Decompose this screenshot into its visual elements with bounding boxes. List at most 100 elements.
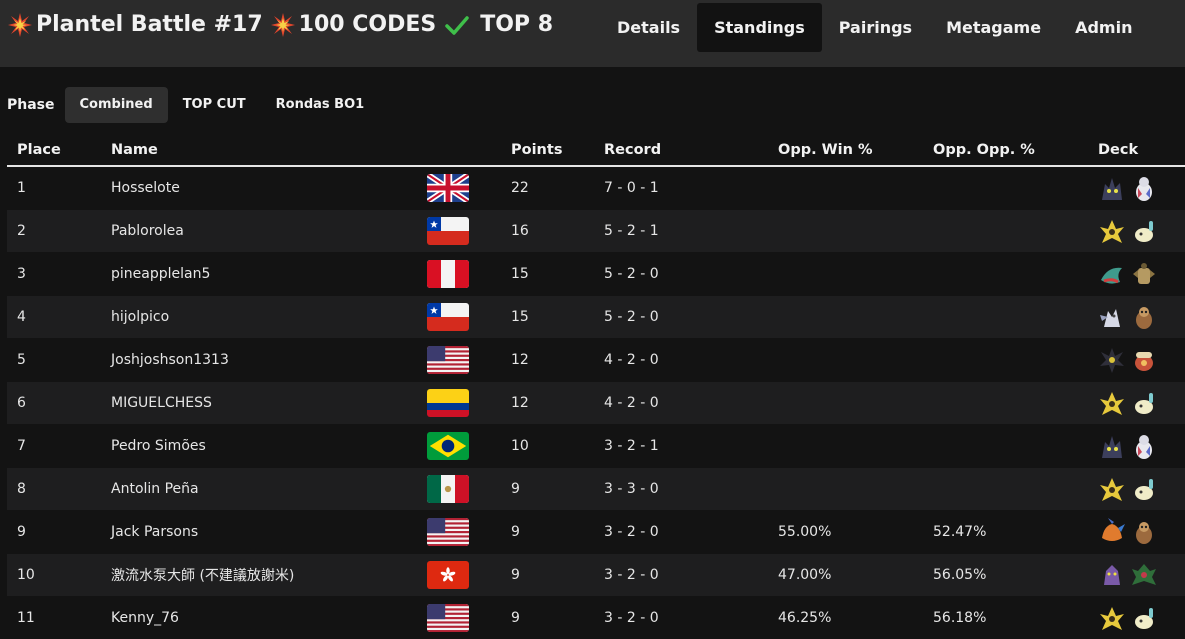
- points-cell: 9: [511, 468, 604, 511]
- standings-table: Place Name Points Record Opp. Win % Opp.…: [7, 134, 1185, 639]
- header-place[interactable]: Place: [7, 134, 111, 166]
- brown-pokemon-icon: [1130, 517, 1158, 547]
- record-cell: 5 - 2 - 0: [604, 296, 778, 339]
- player-name-cell[interactable]: pineapplelan5: [111, 253, 427, 296]
- opp-win-cell: [778, 210, 933, 253]
- place-cell: 3: [7, 253, 111, 296]
- points-cell: 10: [511, 425, 604, 468]
- player-name-cell[interactable]: Antolin Peña: [111, 468, 427, 511]
- header-opp-win[interactable]: Opp. Win %: [778, 134, 933, 166]
- nav-standings[interactable]: Standings: [697, 3, 822, 52]
- points-cell: 12: [511, 339, 604, 382]
- table-row[interactable]: 6MIGUELCHESS124 - 2 - 0: [7, 382, 1185, 425]
- white-pokemon-icon: [1130, 173, 1158, 203]
- flag-cell: [427, 339, 511, 382]
- table-row[interactable]: 3pineapplelan5155 - 2 - 0: [7, 253, 1185, 296]
- flag-cell: [427, 166, 511, 210]
- deck-icons[interactable]: [1098, 302, 1185, 332]
- flag-cell: [427, 597, 511, 639]
- player-name-cell[interactable]: Jack Parsons: [111, 511, 427, 554]
- opp-opp-cell: [933, 339, 1098, 382]
- deck-icons[interactable]: [1098, 259, 1185, 289]
- player-name-cell[interactable]: Joshjoshson1313: [111, 339, 427, 382]
- table-row[interactable]: 7Pedro Simões103 - 2 - 1: [7, 425, 1185, 468]
- opp-opp-cell: [933, 210, 1098, 253]
- opp-win-cell: [778, 468, 933, 511]
- dark-spiky-pokemon-icon: [1098, 345, 1126, 375]
- dragon-pokemon-icon: [1098, 259, 1126, 289]
- header-name[interactable]: Name: [111, 134, 427, 166]
- phase-combined-button[interactable]: Combined: [65, 87, 168, 123]
- flag-cell: [427, 554, 511, 597]
- player-name-cell[interactable]: 激流水泵大師 (不建議放謝米): [111, 554, 427, 597]
- deck-cell: [1098, 166, 1185, 210]
- record-cell: 3 - 2 - 0: [604, 597, 778, 639]
- phase-rondas-bo1-button[interactable]: Rondas BO1: [261, 87, 380, 123]
- flag-cell: [427, 382, 511, 425]
- deck-icons[interactable]: [1098, 560, 1185, 590]
- table-row[interactable]: 8Antolin Peña93 - 3 - 0: [7, 468, 1185, 511]
- header-flag: [427, 134, 511, 166]
- deck-cell: [1098, 554, 1185, 597]
- usa-flag-icon: [427, 346, 469, 374]
- table-row[interactable]: 9Jack Parsons93 - 2 - 055.00%52.47%: [7, 511, 1185, 554]
- points-cell: 9: [511, 597, 604, 639]
- table-row[interactable]: 4hijolpico155 - 2 - 0: [7, 296, 1185, 339]
- opp-opp-cell: [933, 296, 1098, 339]
- nav-details[interactable]: Details: [600, 3, 697, 52]
- deck-icons[interactable]: [1098, 345, 1185, 375]
- deck-cell: [1098, 210, 1185, 253]
- deck-icons[interactable]: [1098, 388, 1185, 418]
- cream-pokemon-icon: [1130, 388, 1158, 418]
- header-points[interactable]: Points: [511, 134, 604, 166]
- green-pokemon-icon: [1130, 560, 1158, 590]
- header-deck[interactable]: Deck: [1098, 134, 1185, 166]
- points-cell: 12: [511, 382, 604, 425]
- dark-pokemon-icon: [1098, 173, 1126, 203]
- player-name-cell[interactable]: Kenny_76: [111, 597, 427, 639]
- opp-win-cell: [778, 253, 933, 296]
- nav-admin[interactable]: Admin: [1058, 3, 1149, 52]
- yellow-pokemon-icon: [1098, 474, 1126, 504]
- opp-win-cell: [778, 339, 933, 382]
- player-name-cell[interactable]: hijolpico: [111, 296, 427, 339]
- opp-win-cell: [778, 382, 933, 425]
- deck-cell: [1098, 296, 1185, 339]
- dark-pokemon-icon: [1098, 431, 1126, 461]
- table-row[interactable]: 1Hosselote227 - 0 - 1: [7, 166, 1185, 210]
- deck-icons[interactable]: [1098, 216, 1185, 246]
- place-cell: 6: [7, 382, 111, 425]
- player-name-cell[interactable]: Pedro Simões: [111, 425, 427, 468]
- deck-icons[interactable]: [1098, 474, 1185, 504]
- nav-pairings[interactable]: Pairings: [822, 3, 929, 52]
- yellow-pokemon-icon: [1098, 388, 1126, 418]
- opp-win-cell: [778, 166, 933, 210]
- place-cell: 4: [7, 296, 111, 339]
- nav-metagame[interactable]: Metagame: [929, 3, 1058, 52]
- table-row[interactable]: 5Joshjoshson1313124 - 2 - 0: [7, 339, 1185, 382]
- deck-icons[interactable]: [1098, 517, 1185, 547]
- place-cell: 1: [7, 166, 111, 210]
- white-pokemon-icon: [1130, 431, 1158, 461]
- phase-top-cut-button[interactable]: TOP CUT: [168, 87, 261, 123]
- table-row[interactable]: 2Pablorolea165 - 2 - 1: [7, 210, 1185, 253]
- player-name-cell[interactable]: Pablorolea: [111, 210, 427, 253]
- deck-icons[interactable]: [1098, 431, 1185, 461]
- player-name-cell[interactable]: MIGUELCHESS: [111, 382, 427, 425]
- deck-icons[interactable]: [1098, 173, 1185, 203]
- opp-opp-cell: 56.18%: [933, 597, 1098, 639]
- table-row[interactable]: 10激流水泵大師 (不建議放謝米)93 - 2 - 047.00%56.05%: [7, 554, 1185, 597]
- header-opp-opp[interactable]: Opp. Opp. %: [933, 134, 1098, 166]
- header-record[interactable]: Record: [604, 134, 778, 166]
- cream-pokemon-icon: [1130, 216, 1158, 246]
- player-name-cell[interactable]: Hosselote: [111, 166, 427, 210]
- silver-pokemon-icon: [1098, 302, 1126, 332]
- table-row[interactable]: 11Kenny_7693 - 2 - 046.25%56.18%: [7, 597, 1185, 639]
- points-cell: 9: [511, 511, 604, 554]
- record-cell: 3 - 2 - 0: [604, 554, 778, 597]
- main-nav: Details Standings Pairings Metagame Admi…: [600, 3, 1149, 52]
- table-header-row: Place Name Points Record Opp. Win % Opp.…: [7, 134, 1185, 166]
- opp-opp-cell: 56.05%: [933, 554, 1098, 597]
- chile-flag-icon: [427, 303, 469, 331]
- record-cell: 7 - 0 - 1: [604, 166, 778, 210]
